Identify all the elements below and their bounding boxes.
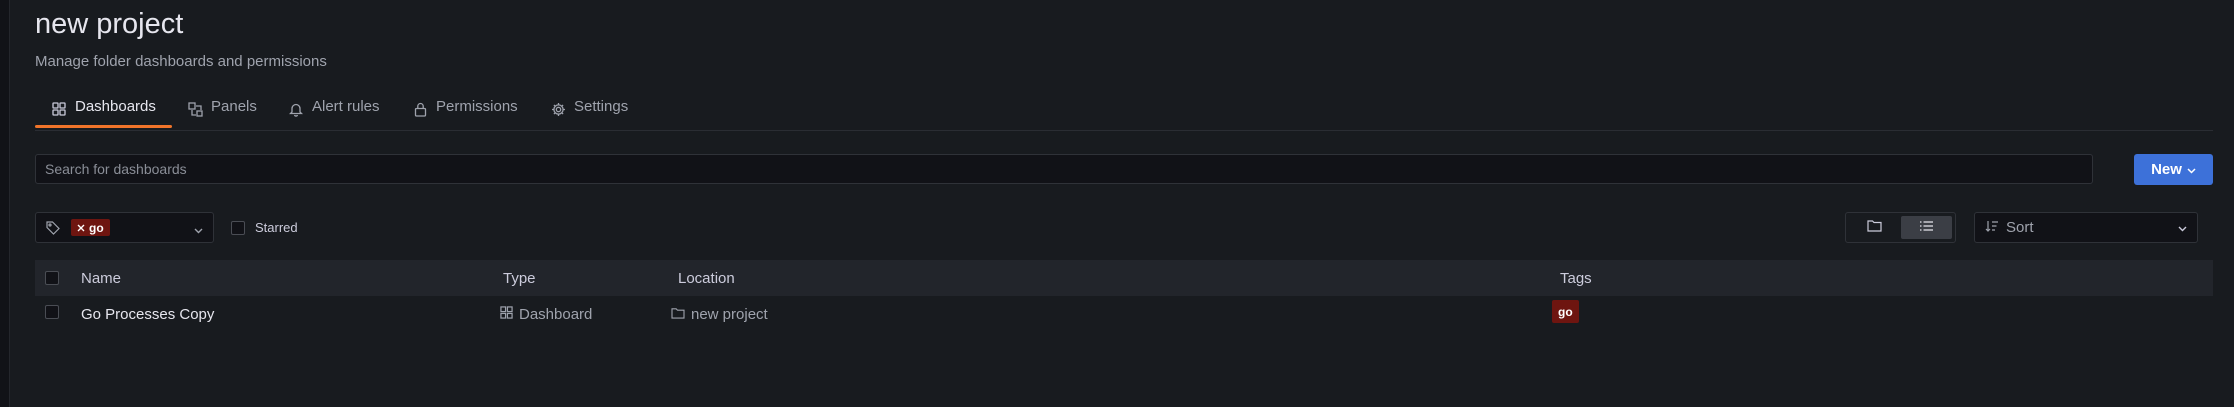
sort-placeholder: Sort	[2006, 219, 2034, 236]
tag-filter-select[interactable]: go	[35, 212, 214, 243]
tab-bar: Dashboards Panels Alert rules Permission…	[35, 98, 2213, 131]
selected-tag-chip[interactable]: go	[71, 219, 110, 236]
tab-label: Panels	[211, 98, 257, 115]
starred-checkbox[interactable]	[231, 220, 245, 235]
active-tab-indicator	[35, 125, 172, 128]
table-row[interactable]: Go Processes Copy Dashboard new project	[35, 296, 2213, 332]
remove-tag-icon[interactable]	[77, 221, 85, 235]
list-view-button[interactable]	[1901, 216, 1952, 239]
row-location[interactable]: new project	[671, 306, 768, 323]
tab-label: Dashboards	[75, 98, 156, 115]
page-subtitle: Manage folder dashboards and permissions	[35, 53, 327, 70]
tab-label: Alert rules	[312, 98, 380, 115]
selected-tag-label: go	[89, 220, 104, 235]
row-type-label: Dashboard	[519, 306, 593, 323]
tag-badge[interactable]: go	[1552, 300, 1579, 323]
chevron-down-icon	[2187, 161, 2196, 178]
view-toggle	[1845, 212, 1956, 243]
sort-select[interactable]: Sort	[1974, 212, 2198, 243]
select-all-checkbox[interactable]	[45, 271, 59, 285]
column-header-type: Type	[503, 270, 536, 287]
chevron-down-icon[interactable]	[194, 221, 203, 239]
row-checkbox[interactable]	[45, 305, 59, 319]
search-input[interactable]	[35, 154, 2093, 184]
column-header-name[interactable]: Name	[81, 270, 121, 287]
new-button-label: New	[2151, 161, 2182, 178]
new-button[interactable]: New	[2134, 154, 2213, 185]
library-panel-icon	[187, 101, 203, 117]
row-type: Dashboard	[500, 306, 592, 323]
starred-label: Starred	[255, 220, 298, 235]
left-rail	[0, 0, 10, 407]
page-title: new project	[35, 8, 184, 40]
dashboard-name-link[interactable]: Go Processes Copy	[81, 306, 214, 323]
tab-settings[interactable]: Settings	[550, 98, 628, 130]
folder-icon	[1867, 219, 1882, 237]
apps-icon	[51, 101, 67, 117]
tab-label: Permissions	[436, 98, 518, 115]
tab-panels[interactable]: Panels	[187, 98, 257, 130]
bell-icon	[288, 101, 304, 117]
apps-icon	[500, 306, 513, 323]
chevron-down-icon	[2178, 219, 2187, 236]
tab-label: Settings	[574, 98, 629, 115]
folder-view-button[interactable]	[1849, 216, 1900, 239]
cog-icon	[550, 101, 566, 117]
folder-icon	[671, 306, 685, 323]
column-header-location: Location	[678, 270, 735, 287]
starred-filter[interactable]: Starred	[231, 220, 298, 235]
column-header-tags: Tags	[1560, 270, 1592, 287]
sort-icon	[1985, 219, 1999, 236]
table-header: Name Type Location Tags	[35, 260, 2213, 296]
tag-icon	[46, 221, 60, 240]
tab-alert-rules[interactable]: Alert rules	[288, 98, 380, 130]
row-location-label: new project	[691, 306, 768, 323]
lock-icon	[412, 101, 428, 117]
list-icon	[1919, 219, 1934, 237]
tab-permissions[interactable]: Permissions	[412, 98, 518, 130]
